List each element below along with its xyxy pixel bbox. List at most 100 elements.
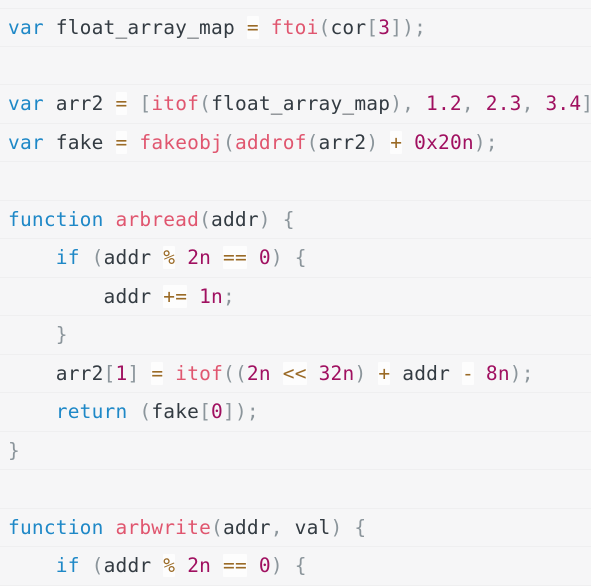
code-token-number: 1 — [115, 361, 128, 385]
code-token-punct: ( — [223, 361, 235, 385]
code-token-keyword: function — [8, 515, 104, 539]
code-line[interactable] — [0, 47, 591, 85]
code-token-punct: ) — [366, 130, 379, 154]
code-token-function: fakeobj — [139, 130, 223, 154]
code-token-number: 0 — [258, 246, 271, 269]
code-token-punct: ( — [199, 92, 212, 115]
code-token-punct: ) — [330, 515, 343, 539]
code-token-punct: ( — [199, 207, 212, 231]
code-token-operator: - — [461, 361, 474, 385]
code-token-operator: % — [163, 246, 176, 269]
code-line[interactable]: var float_array_map = ftoi(cor[3]); — [0, 8, 591, 47]
code-token-plain: arr2 — [55, 92, 104, 115]
code-token-punct: , — [521, 92, 546, 115]
code-token-function: addrof — [234, 130, 307, 154]
code-token-punct: ) — [402, 16, 415, 39]
code-token-punct: ) — [509, 361, 522, 385]
code-token-punct: ; — [485, 130, 498, 154]
code-token-keyword: if — [55, 246, 80, 269]
code-token-operator: += — [163, 284, 188, 308]
code-line[interactable]: var fake = fakeobj(addrof(arr2) + 0x20n)… — [0, 124, 591, 162]
code-token-plain: arr2 — [318, 130, 367, 154]
code-token-keyword: var — [8, 92, 44, 115]
code-token-plain: addr — [103, 284, 152, 308]
code-line[interactable] — [0, 162, 591, 201]
code-line[interactable]: if (addr % 2n == 0) { — [0, 547, 591, 586]
code-token-plain: cor — [330, 16, 367, 39]
code-token-punct: ( — [318, 16, 331, 39]
code-token-punct: [ — [199, 400, 212, 423]
code-token-plain: val — [294, 515, 331, 539]
code-line[interactable]: return (fake[0]); — [0, 393, 591, 432]
code-block[interactable]: var float_array_map = ftoi(cor[3]); var … — [0, 0, 591, 586]
code-token-plain: addr — [222, 515, 271, 539]
code-token-operator: << — [282, 361, 307, 385]
code-token-plain: float_array_map — [211, 92, 391, 115]
code-token-punct: , — [270, 515, 295, 539]
code-token-punct: { — [294, 246, 307, 269]
code-line[interactable]: var arr2 = [itof(float_array_map), 1.2, … — [0, 85, 591, 124]
code-line[interactable]: function arbread(addr) { — [0, 201, 591, 239]
code-token-number: 0 — [258, 554, 271, 577]
code-line[interactable]: addr += 1n; — [0, 278, 591, 316]
code-line[interactable]: } — [0, 316, 591, 355]
code-token-number: 0x20n — [414, 130, 474, 154]
code-token-plain: arr2 — [55, 361, 104, 385]
code-token-plain: addr — [103, 246, 152, 269]
code-line[interactable]: } — [0, 432, 591, 470]
code-token-punct: } — [8, 438, 20, 462]
code-token-operator: % — [163, 554, 176, 577]
code-token-number: 2n — [187, 246, 212, 269]
code-token-punct: ) — [270, 246, 283, 269]
code-token-function: arbread — [115, 207, 200, 231]
code-token-number: 8n — [485, 361, 510, 385]
code-token-number: 32n — [318, 361, 355, 385]
code-token-keyword: var — [8, 16, 44, 39]
code-line[interactable]: function arbwrite(addr, val) { — [0, 509, 591, 547]
code-token-punct: ( — [91, 246, 104, 269]
code-token-plain: addr — [103, 554, 152, 577]
code-token-punct: , — [402, 92, 427, 115]
code-token-plain: addr — [402, 361, 451, 385]
code-token-plain: fake — [151, 400, 200, 423]
code-token-punct: ) — [390, 92, 403, 115]
code-line[interactable]: if (addr % 2n == 0) { — [0, 239, 591, 278]
code-token-number: 0 — [211, 400, 223, 423]
code-token-punct: ) — [473, 130, 486, 154]
code-token-keyword: return — [55, 400, 128, 423]
code-token-punct: ) — [258, 207, 271, 231]
code-token-operator: = — [151, 361, 164, 385]
code-token-number: 2n — [187, 554, 212, 577]
code-line[interactable]: arr2[1] = itof((2n << 32n) + addr - 8n); — [0, 355, 591, 393]
code-token-punct: ) — [270, 554, 283, 577]
code-line[interactable] — [0, 470, 591, 509]
code-token-function: arbwrite — [115, 515, 212, 539]
code-token-punct: ; — [414, 16, 427, 39]
